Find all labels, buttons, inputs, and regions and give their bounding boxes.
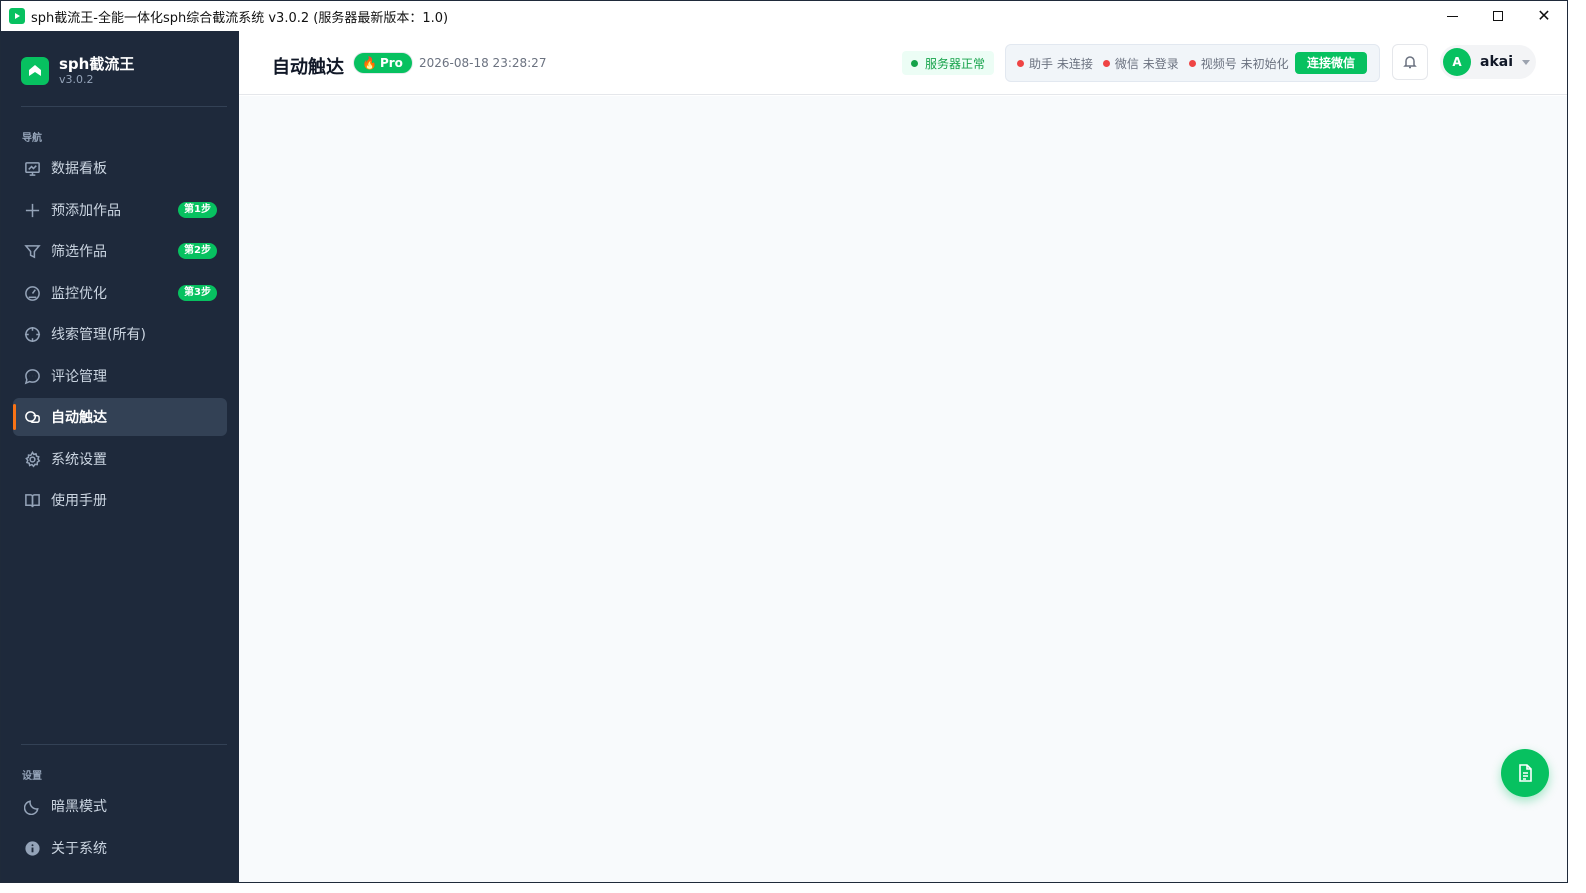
sidebar-item-label: 线索管理(所有) [51,327,146,343]
notifications-button[interactable] [1392,44,1428,80]
user-menu[interactable]: A akai [1440,45,1536,79]
connection-wechat: 微信 未登录 [1102,55,1179,72]
timestamp: 2026-08-18 23:28:27 [419,56,547,70]
connection-status-panel: 助手 未连接 微信 未登录 视频号 未初始化 连接微信 [1005,44,1380,82]
brand-logo-icon [21,57,49,85]
connection-status: 未连接 [1056,56,1093,71]
crosshair-icon [23,325,41,343]
sidebar-item-dashboard[interactable]: 数据看板 [13,149,227,187]
avatar: A [1443,48,1471,76]
connection-assistant: 助手 未连接 [1017,55,1093,72]
link-chat-icon [23,408,41,426]
connection-status: 未登录 [1142,56,1179,71]
moon-icon [23,797,41,815]
close-button[interactable]: ✕ [1521,1,1567,31]
chart-board-icon [23,159,41,177]
app-icon [9,8,25,24]
sidebar-item-dark-mode[interactable]: 暗黑模式 [13,787,227,825]
brand-version: v3.0.2 [59,73,94,86]
sidebar-item-monitor[interactable]: 监控优化 第3步 [13,274,227,312]
server-status-label: 服务器正常 [925,56,986,71]
status-dot-icon [1188,59,1196,67]
maximize-button[interactable] [1475,1,1521,31]
sidebar-item-label: 自动触达 [51,410,107,426]
title-bar: sph截流王-全能一体化sph综合截流系统 v3.0.2 (服务器最新版本：1.… [1,1,1567,31]
maximize-icon [1493,11,1503,21]
nav-section-label: 导航 [22,133,42,144]
connection-name: 微信 [1114,56,1139,71]
connection-status: 未初始化 [1240,56,1289,71]
server-status-badge: 服务器正常 [902,51,995,75]
sidebar-item-label: 数据看板 [51,161,107,177]
sidebar-item-auto-reach[interactable]: 自动触达 [13,398,227,436]
document-icon [1519,764,1532,782]
sidebar-item-label: 使用手册 [51,493,107,509]
window-title: sph截流王-全能一体化sph综合截流系统 v3.0.2 (服务器最新版本：1.… [31,10,449,26]
sidebar-item-leads[interactable]: 线索管理(所有) [13,315,227,353]
pro-badge: 🔥 Pro [353,52,413,74]
settings-section-label: 设置 [22,771,42,782]
sidebar-item-about[interactable]: 关于系统 [13,829,227,867]
sidebar-divider [21,744,227,745]
status-dot-icon [1102,59,1110,67]
sidebar-item-label: 评论管理 [51,369,107,385]
sidebar-item-label: 关于系统 [51,841,107,857]
pro-badge-label: Pro [379,56,403,70]
step-badge: 第3步 [178,285,217,301]
username: akai [1480,54,1514,70]
sidebar-item-label: 预添加作品 [51,203,121,219]
header: 自动触达 🔥 Pro 2026-08-18 23:28:27 服务器正常 助手 … [239,31,1567,95]
minimize-button[interactable] [1429,1,1475,31]
main-content [239,96,1567,882]
plus-icon [23,201,41,219]
gear-icon [23,450,41,468]
connection-channels: 视频号 未初始化 [1188,55,1289,72]
status-dot-icon [1017,59,1024,67]
sidebar-item-pre-add[interactable]: 预添加作品 第1步 [13,191,227,229]
comment-icon [23,367,41,385]
book-icon [23,491,41,509]
step-badge: 第2步 [178,243,217,259]
brand-name: sph截流王 [59,55,135,73]
sidebar-item-filter[interactable]: 筛选作品 第2步 [13,232,227,270]
sidebar-item-label: 暗黑模式 [51,799,107,815]
flame-icon: 🔥 [362,56,377,70]
connection-name: 助手 [1029,56,1054,71]
close-icon: ✕ [1537,6,1551,25]
sidebar-item-comments[interactable]: 评论管理 [13,357,227,395]
document-fab-button[interactable] [1501,749,1549,797]
sidebar-item-label: 监控优化 [51,286,107,302]
sidebar-item-label: 筛选作品 [51,244,107,260]
window-controls: ✕ [1429,1,1567,31]
chevron-down-icon [1522,59,1531,65]
connect-wechat-button[interactable]: 连接微信 [1294,52,1367,74]
info-icon [23,839,41,857]
sidebar-divider [21,106,227,107]
sidebar-item-settings[interactable]: 系统设置 [13,440,227,478]
status-dot-icon [911,59,918,67]
brand: sph截流王 v3.0.2 [21,55,134,87]
connection-name: 视频号 [1200,56,1237,71]
app-window: sph截流王-全能一体化sph综合截流系统 v3.0.2 (服务器最新版本：1.… [0,0,1568,883]
sidebar: sph截流王 v3.0.2 导航 数据看板 预添加作品 第1步 筛选作品 第2步… [1,31,239,882]
sidebar-item-label: 系统设置 [51,452,107,468]
bell-icon [1403,56,1417,69]
gauge-icon [23,284,41,302]
filter-icon [23,242,41,260]
page-title: 自动触达 [272,57,344,78]
step-badge: 第1步 [178,202,217,218]
sidebar-item-manual[interactable]: 使用手册 [13,481,227,519]
minimize-icon [1446,15,1458,17]
